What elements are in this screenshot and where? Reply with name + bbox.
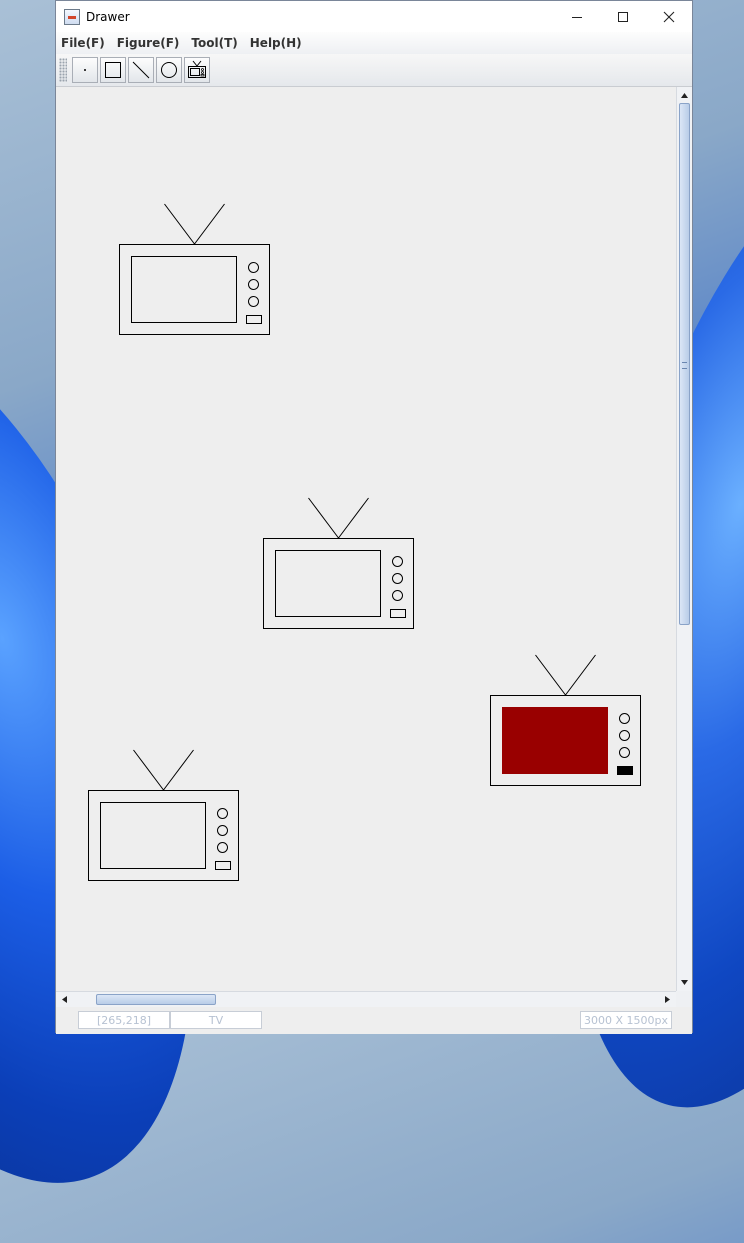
tv-button (390, 609, 406, 618)
tv-knob (248, 262, 259, 273)
tv-antenna-left (535, 654, 566, 696)
vertical-scroll-thumb[interactable] (679, 103, 690, 625)
circle-icon (161, 62, 177, 78)
title-bar[interactable]: Drawer (56, 1, 692, 32)
tv-antenna-right (338, 497, 369, 539)
tv-antenna-right (163, 749, 194, 791)
scroll-corner (676, 991, 692, 1007)
toolbar-grip[interactable] (59, 58, 67, 82)
vertical-scrollbar[interactable] (676, 87, 692, 991)
scroll-right-icon (665, 996, 670, 1003)
tv-figure[interactable] (490, 654, 641, 786)
tv-knob (248, 296, 259, 307)
tv-antenna-left (133, 749, 164, 791)
status-canvas-size: 3000 X 1500px (580, 1011, 672, 1029)
drawer-window: Drawer File(F) Figure(F) Tool(T) Help(H) (55, 0, 693, 1034)
toolbar (56, 54, 692, 87)
tv-figure[interactable] (119, 203, 270, 335)
tv-knob (619, 747, 630, 758)
scroll-left-icon (62, 996, 67, 1003)
tv-antenna-right (565, 654, 596, 696)
horizontal-scroll-thumb[interactable] (96, 994, 216, 1005)
tv-knob (217, 825, 228, 836)
minimize-icon (572, 16, 582, 18)
menu-figure[interactable]: Figure(F) (111, 36, 186, 50)
close-button[interactable] (646, 1, 692, 32)
tv-knob (392, 590, 403, 601)
horizontal-scrollbar[interactable] (56, 991, 676, 1007)
tv-knob (248, 279, 259, 290)
scroll-down-icon (681, 980, 688, 985)
drawing-canvas[interactable] (56, 87, 676, 991)
menu-help[interactable]: Help(H) (244, 36, 308, 50)
dot-tool-button[interactable] (72, 57, 98, 83)
close-icon (663, 11, 675, 22)
circle-tool-button[interactable] (156, 57, 182, 83)
tv-knob (392, 573, 403, 584)
tv-tool-button[interactable] (184, 57, 210, 83)
tv-screen (131, 256, 237, 323)
tv-button (215, 861, 231, 870)
canvas-svg (88, 203, 641, 881)
maximize-button[interactable] (600, 1, 646, 32)
status-bar: [265,218] TV 3000 X 1500px (56, 1007, 692, 1034)
window-controls (554, 1, 692, 32)
tv-figure[interactable] (263, 497, 414, 629)
tv-antenna-right (194, 203, 225, 245)
tv-screen (275, 550, 381, 617)
minimize-button[interactable] (554, 1, 600, 32)
tv-knob (217, 842, 228, 853)
java-app-icon (64, 8, 80, 25)
tv-knob (392, 556, 403, 567)
tv-screen (502, 707, 608, 774)
rectangle-icon (105, 62, 121, 78)
menu-file[interactable]: File(F) (56, 36, 111, 50)
tv-figure[interactable] (88, 749, 239, 881)
tv-knob (619, 713, 630, 724)
tv-antenna-left (308, 497, 339, 539)
window-title: Drawer (86, 9, 130, 24)
menu-tool[interactable]: Tool(T) (185, 36, 243, 50)
tv-screen (100, 802, 206, 869)
status-coordinates: [265,218] (78, 1011, 170, 1029)
rectangle-tool-button[interactable] (100, 57, 126, 83)
menu-bar: File(F) Figure(F) Tool(T) Help(H) (56, 32, 692, 54)
tv-button (617, 766, 633, 775)
maximize-icon (618, 11, 628, 22)
line-tool-button[interactable] (128, 57, 154, 83)
line-icon (132, 61, 150, 79)
tv-icon (188, 60, 206, 78)
dot-icon (84, 69, 86, 71)
scroll-up-icon (681, 93, 688, 98)
tv-button (246, 315, 262, 324)
tv-knob (217, 808, 228, 819)
tv-antenna-left (164, 203, 195, 245)
tv-knob (619, 730, 630, 741)
status-mode: TV (170, 1011, 262, 1029)
